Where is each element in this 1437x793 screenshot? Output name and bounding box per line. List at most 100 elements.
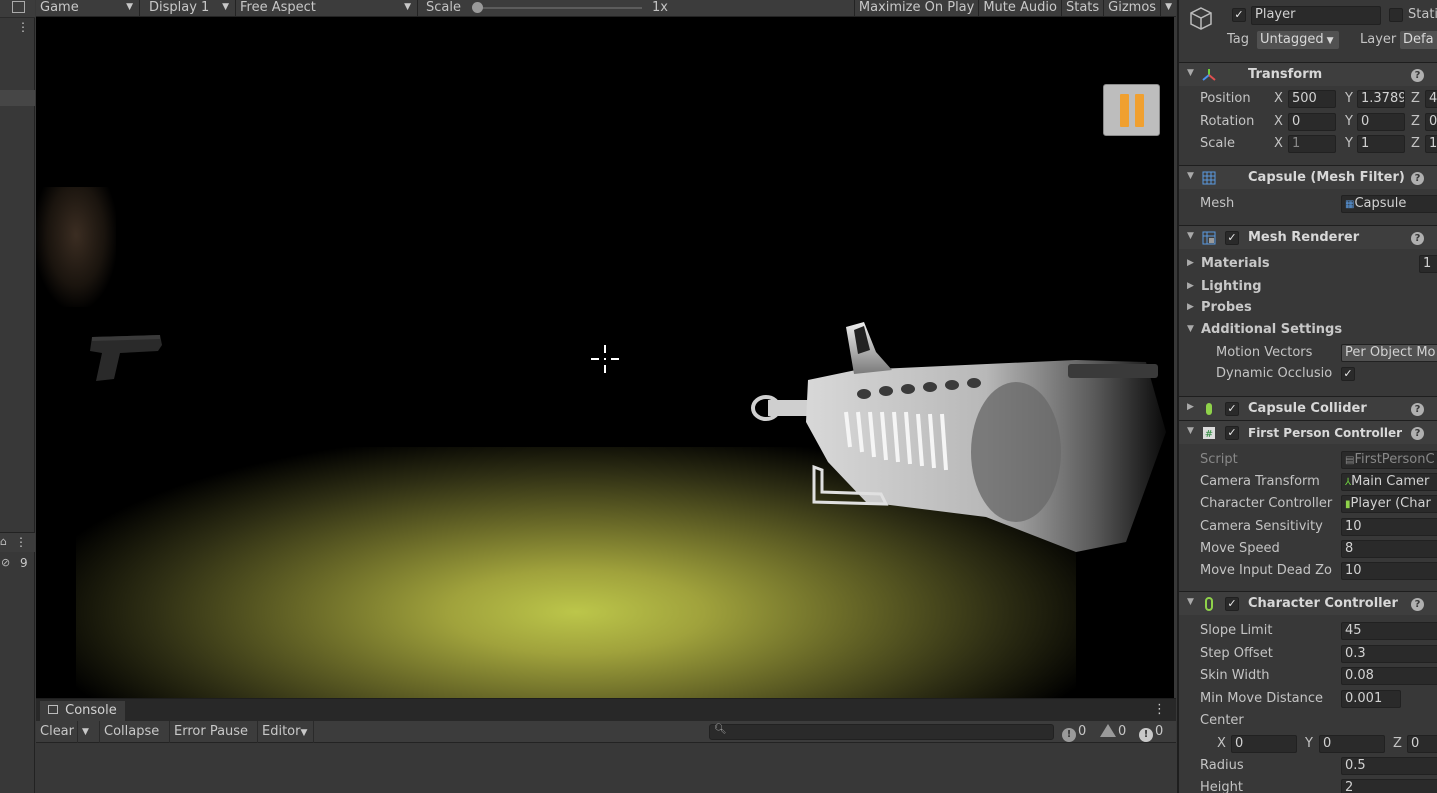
help-icon[interactable]: ? <box>1411 403 1424 416</box>
character-controller-enabled-checkbox[interactable]: ✓ <box>1225 597 1239 611</box>
tag-label: Tag <box>1227 32 1250 47</box>
fps-controller-header[interactable]: ▼ # ✓ First Person Controller ? <box>1179 420 1437 444</box>
center-y-field[interactable]: 0 <box>1319 735 1385 753</box>
lock-icon[interactable]: ⌂ <box>0 535 7 548</box>
stats-button[interactable]: Stats <box>1060 0 1103 17</box>
fps-controller-enabled-checkbox[interactable]: ✓ <box>1225 426 1239 440</box>
foldout-arrow-icon: ▼ <box>1187 426 1194 436</box>
script-label: Script <box>1200 452 1238 467</box>
step-offset-label: Step Offset <box>1200 646 1273 661</box>
console-toolbar: Clear ▼ Collapse Error Pause Editor▼ 🔍︎ … <box>36 721 1176 743</box>
character-controller-ref-field[interactable]: ▮Player (Char <box>1341 495 1437 513</box>
position-y-field[interactable]: 1.3789 <box>1357 90 1405 108</box>
layer-label: Layer <box>1360 32 1397 47</box>
script-object-field: ▤FirstPersonC <box>1341 451 1437 469</box>
help-icon[interactable]: ? <box>1411 598 1424 611</box>
mute-audio-button[interactable]: Mute Audio <box>978 0 1061 17</box>
probes-foldout[interactable]: ▶ Probes <box>1179 298 1437 318</box>
console-search-input[interactable]: 🔍︎ <box>709 724 1054 740</box>
maximize-on-play-button[interactable]: Maximize On Play <box>853 0 978 17</box>
center-x-field[interactable]: 0 <box>1231 735 1297 753</box>
materials-foldout[interactable]: ▶ Materials 1 <box>1179 254 1437 274</box>
mesh-renderer-enabled-checkbox[interactable]: ✓ <box>1225 231 1239 245</box>
position-z-field[interactable]: 4 <box>1425 90 1437 108</box>
step-offset-field[interactable]: 0.3 <box>1341 645 1437 663</box>
script-row: Script ▤FirstPersonC <box>1179 449 1437 471</box>
position-label: Position <box>1200 91 1251 106</box>
mesh-renderer-header[interactable]: ▼ ✓ Mesh Renderer ? <box>1179 225 1437 249</box>
error-pause-button[interactable]: Error Pause <box>170 721 258 743</box>
log-count-toggle[interactable]: ! 0 <box>1062 721 1086 743</box>
warning-count-toggle[interactable]: 0 <box>1100 721 1126 743</box>
more-menu-icon[interactable]: ⋮ <box>15 535 27 549</box>
window-icon[interactable] <box>12 1 25 13</box>
hierarchy-selected-row[interactable] <box>0 90 35 106</box>
position-x-field[interactable]: 500 <box>1288 90 1336 108</box>
lighting-label: Lighting <box>1201 279 1262 294</box>
motion-vectors-dropdown[interactable]: Per Object Mo <box>1341 344 1437 362</box>
tag-dropdown[interactable]: Untagged ▼ <box>1257 31 1339 49</box>
assault-rifle-model <box>751 322 1166 552</box>
slope-limit-field[interactable]: 45 <box>1341 622 1437 640</box>
scale-z-field[interactable]: 1 <box>1425 135 1437 153</box>
inspector-panel: ✓ Player Stati Tag Untagged ▼ Layer Defa … <box>1177 0 1437 793</box>
scale-x-field[interactable]: 1 <box>1288 135 1336 153</box>
clear-button[interactable]: Clear <box>36 721 78 743</box>
collapse-button[interactable]: Collapse <box>100 721 170 743</box>
additional-settings-foldout[interactable]: ▼ Additional Settings <box>1179 320 1437 340</box>
dead-zone-field[interactable]: 10 <box>1341 562 1437 580</box>
dynamic-occlusion-checkbox[interactable]: ✓ <box>1341 367 1355 381</box>
object-name-field[interactable]: Player <box>1251 6 1381 25</box>
rotation-z-field[interactable]: 0 <box>1425 113 1437 131</box>
skin-width-field[interactable]: 0.08 <box>1341 667 1437 685</box>
eye-hidden-icon[interactable]: ⊘ <box>1 556 10 569</box>
capsule-collider-enabled-checkbox[interactable]: ✓ <box>1225 402 1239 416</box>
aspect-dropdown[interactable]: Free Aspect ▼ <box>236 0 418 17</box>
capsule-collider-header[interactable]: ▶ ✓ Capsule Collider ? <box>1179 396 1437 420</box>
layer-dropdown[interactable]: Defa <box>1400 31 1437 49</box>
console-tab-bar: Console ⋮ <box>36 699 1176 721</box>
gizmos-button[interactable]: Gizmos <box>1103 0 1160 17</box>
rotation-y-field[interactable]: 0 <box>1357 113 1405 131</box>
tag-value: Untagged <box>1260 32 1324 47</box>
more-menu-icon[interactable]: ⋮ <box>17 20 29 34</box>
static-checkbox[interactable] <box>1389 8 1403 22</box>
game-viewport[interactable] <box>36 17 1174 698</box>
mesh-filter-header[interactable]: ▼ Capsule (Mesh Filter) ? <box>1179 165 1437 189</box>
caret-down-icon: ▼ <box>222 1 229 12</box>
materials-count-field[interactable]: 1 <box>1419 255 1437 273</box>
help-icon[interactable]: ? <box>1411 232 1424 245</box>
camera-transform-field[interactable]: ⅄Main Camer <box>1341 473 1437 491</box>
display-dropdown[interactable]: Display 1 ▼ <box>140 0 236 17</box>
mesh-object-field[interactable]: ▦Capsule <box>1341 195 1437 213</box>
lighting-foldout[interactable]: ▶ Lighting <box>1179 277 1437 297</box>
view-dropdown[interactable]: Game ▼ <box>36 0 140 17</box>
clear-options-dropdown[interactable]: ▼ <box>78 721 100 743</box>
gameobject-cube-icon <box>1190 7 1212 30</box>
help-icon[interactable]: ? <box>1411 427 1424 440</box>
help-icon[interactable]: ? <box>1411 172 1424 185</box>
pause-button[interactable] <box>1103 84 1160 136</box>
camera-sensitivity-field[interactable]: 10 <box>1341 518 1437 536</box>
move-speed-field[interactable]: 8 <box>1341 540 1437 558</box>
transform-header[interactable]: ▼ Transform ? <box>1179 62 1437 86</box>
active-checkbox[interactable]: ✓ <box>1232 8 1246 22</box>
editor-dropdown[interactable]: Editor▼ <box>258 721 314 743</box>
scale-slider-track[interactable] <box>476 6 642 9</box>
scale-y-field[interactable]: 1 <box>1357 135 1405 153</box>
display-dropdown-label: Display 1 <box>149 0 210 15</box>
height-field[interactable]: 2 <box>1341 779 1437 793</box>
rotation-x-field[interactable]: 0 <box>1288 113 1336 131</box>
radius-field[interactable]: 0.5 <box>1341 757 1437 775</box>
help-icon[interactable]: ? <box>1411 69 1424 82</box>
character-controller-header[interactable]: ▼ ✓ Character Controller ? <box>1179 591 1437 615</box>
error-count-toggle[interactable]: ! 0 <box>1139 721 1163 743</box>
more-menu-icon[interactable]: ⋮ <box>1153 702 1166 717</box>
error-count: 0 <box>1155 724 1164 739</box>
tab-console[interactable]: Console <box>40 701 125 721</box>
min-move-field[interactable]: 0.001 <box>1341 690 1401 708</box>
center-z-field[interactable]: 0 <box>1407 735 1437 753</box>
transform-title: Transform <box>1248 67 1323 82</box>
scale-slider-thumb[interactable] <box>472 1 483 13</box>
gizmos-dropdown[interactable]: ▼ <box>1160 0 1176 17</box>
